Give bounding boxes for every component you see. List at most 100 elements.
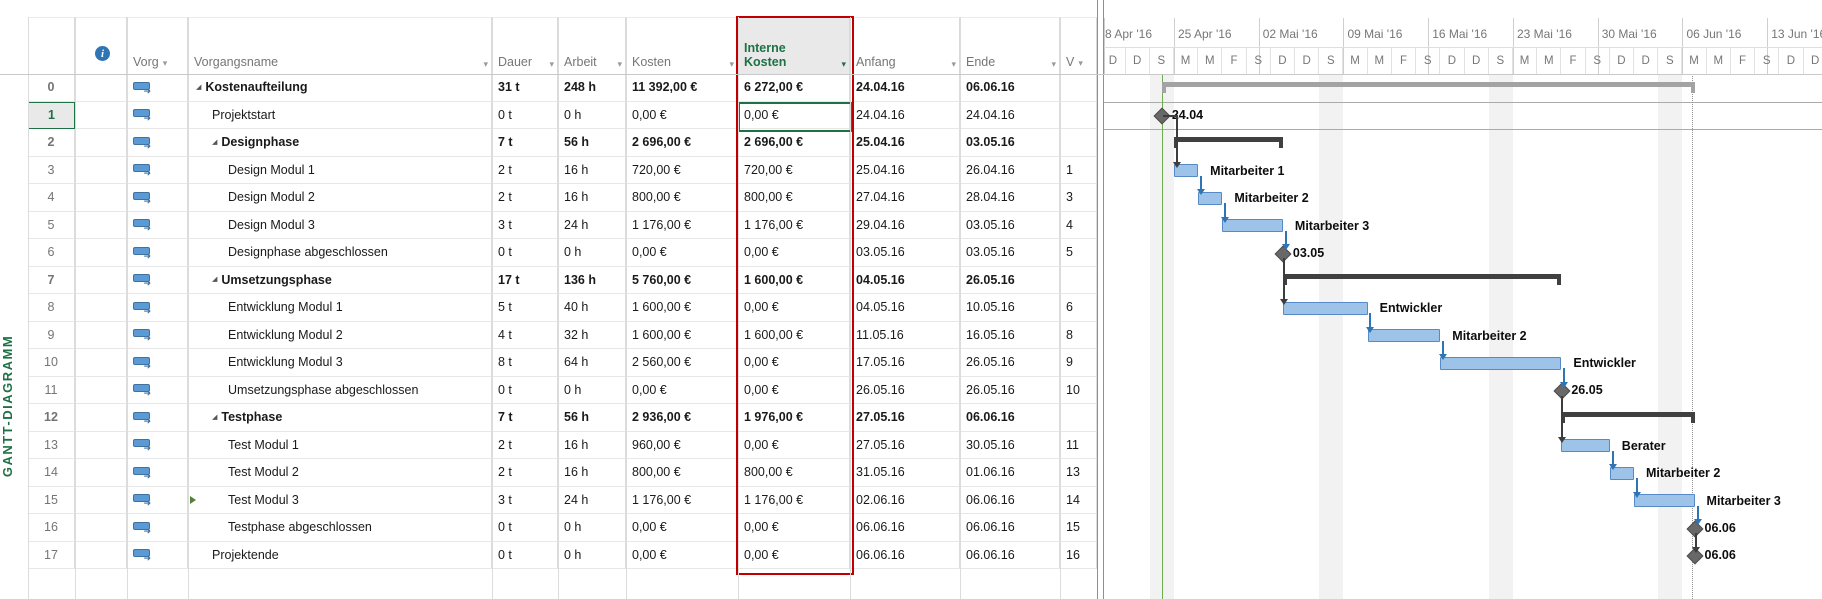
cell-task-name[interactable]: Testphase abgeschlossen bbox=[188, 514, 492, 542]
cell-pred[interactable]: 8 bbox=[1060, 322, 1097, 350]
cell-internal[interactable]: 0,00 € bbox=[738, 294, 850, 322]
cell-internal[interactable]: 800,00 € bbox=[738, 184, 850, 212]
cell-mode[interactable]: ➜ bbox=[127, 157, 188, 185]
cell-pred[interactable]: 4 bbox=[1060, 212, 1097, 240]
cell-duration[interactable]: 2 t bbox=[492, 157, 558, 185]
cell-task-name[interactable]: Design Modul 2 bbox=[188, 184, 492, 212]
cell-cost[interactable]: 1 600,00 € bbox=[626, 294, 738, 322]
cell-pred[interactable]: 10 bbox=[1060, 377, 1097, 405]
cell-end[interactable]: 26.04.16 bbox=[960, 157, 1060, 185]
cell-internal[interactable]: 0,00 € bbox=[738, 432, 850, 460]
cell-start[interactable]: 04.05.16 bbox=[850, 294, 960, 322]
cell-start[interactable]: 26.05.16 bbox=[850, 377, 960, 405]
cell-cost[interactable]: 1 176,00 € bbox=[626, 487, 738, 515]
cell-start[interactable]: 02.06.16 bbox=[850, 487, 960, 515]
cell-end[interactable]: 24.04.16 bbox=[960, 102, 1060, 130]
cell-info[interactable] bbox=[75, 432, 127, 460]
column-header-name[interactable]: Vorgangsname▾ bbox=[188, 17, 492, 74]
cell-duration[interactable]: 8 t bbox=[492, 349, 558, 377]
cell-duration[interactable]: 0 t bbox=[492, 239, 558, 267]
outline-collapse-icon[interactable]: ◢ bbox=[212, 414, 217, 421]
cell-info[interactable] bbox=[75, 459, 127, 487]
cell-task-name[interactable]: Test Modul 1 bbox=[188, 432, 492, 460]
cell-mode[interactable]: ➜ bbox=[127, 432, 188, 460]
row-number[interactable]: 3 bbox=[28, 157, 75, 185]
cell-info[interactable] bbox=[75, 514, 127, 542]
cell-duration[interactable]: 17 t bbox=[492, 267, 558, 295]
cell-info[interactable] bbox=[75, 239, 127, 267]
cell-cost[interactable]: 720,00 € bbox=[626, 157, 738, 185]
cell-internal[interactable]: 0,00 € bbox=[738, 514, 850, 542]
cell-end[interactable]: 28.04.16 bbox=[960, 184, 1060, 212]
cell-start[interactable]: 24.04.16 bbox=[850, 74, 960, 102]
outline-collapse-icon[interactable]: ◢ bbox=[212, 276, 217, 283]
cell-task-name[interactable]: Projektstart bbox=[188, 102, 492, 130]
cell-internal[interactable]: 1 600,00 € bbox=[738, 322, 850, 350]
cell-start[interactable]: 27.05.16 bbox=[850, 432, 960, 460]
cell-end[interactable]: 30.05.16 bbox=[960, 432, 1060, 460]
row-number[interactable]: 2 bbox=[28, 129, 75, 157]
cell-end[interactable]: 06.06.16 bbox=[960, 487, 1060, 515]
cell-info[interactable] bbox=[75, 74, 127, 102]
cell-start[interactable]: 31.05.16 bbox=[850, 459, 960, 487]
cell-work[interactable]: 0 h bbox=[558, 102, 626, 130]
cell-start[interactable]: 25.04.16 bbox=[850, 129, 960, 157]
cell-mode[interactable]: ➜ bbox=[127, 542, 188, 570]
pane-splitter[interactable] bbox=[1103, 0, 1104, 599]
filter-arrow-icon[interactable]: ▾ bbox=[617, 59, 622, 70]
cell-internal[interactable]: 0,00 € bbox=[738, 377, 850, 405]
cell-pred[interactable]: 15 bbox=[1060, 514, 1097, 542]
row-number[interactable]: 15 bbox=[28, 487, 75, 515]
cell-duration[interactable]: 2 t bbox=[492, 459, 558, 487]
column-header-duration[interactable]: Dauer▾ bbox=[492, 17, 558, 74]
row-number[interactable]: 11 bbox=[28, 377, 75, 405]
cell-work[interactable]: 16 h bbox=[558, 459, 626, 487]
cell-mode[interactable]: ➜ bbox=[127, 322, 188, 350]
cell-mode[interactable]: ➜ bbox=[127, 267, 188, 295]
cell-end[interactable]: 26.05.16 bbox=[960, 377, 1060, 405]
cell-end[interactable]: 06.06.16 bbox=[960, 514, 1060, 542]
cell-start[interactable]: 11.05.16 bbox=[850, 322, 960, 350]
filter-arrow-icon[interactable]: ▾ bbox=[549, 59, 554, 70]
cell-info[interactable] bbox=[75, 404, 127, 432]
cell-duration[interactable]: 4 t bbox=[492, 322, 558, 350]
cell-cost[interactable]: 5 760,00 € bbox=[626, 267, 738, 295]
cell-end[interactable]: 10.05.16 bbox=[960, 294, 1060, 322]
filter-arrow-icon[interactable]: ▾ bbox=[163, 58, 168, 69]
cell-pred[interactable]: 6 bbox=[1060, 294, 1097, 322]
cell-start[interactable]: 24.04.16 bbox=[850, 102, 960, 130]
cell-mode[interactable]: ➜ bbox=[127, 404, 188, 432]
cell-pred[interactable]: 9 bbox=[1060, 349, 1097, 377]
cell-start[interactable]: 27.04.16 bbox=[850, 184, 960, 212]
filter-arrow-icon[interactable]: ▾ bbox=[951, 59, 956, 70]
cell-pred[interactable]: 11 bbox=[1060, 432, 1097, 460]
outline-collapse-icon[interactable]: ◢ bbox=[212, 139, 217, 146]
cell-work[interactable]: 0 h bbox=[558, 239, 626, 267]
cell-internal[interactable]: 720,00 € bbox=[738, 157, 850, 185]
cell-start[interactable]: 04.05.16 bbox=[850, 267, 960, 295]
summary-bar-phase[interactable] bbox=[1561, 412, 1694, 424]
cell-internal[interactable]: 2 696,00 € bbox=[738, 129, 850, 157]
cell-pred[interactable]: 13 bbox=[1060, 459, 1097, 487]
cell-internal[interactable]: 1 176,00 € bbox=[738, 212, 850, 240]
cell-task-name[interactable]: Test Modul 3 bbox=[188, 487, 492, 515]
cell-task-name[interactable]: Design Modul 1 bbox=[188, 157, 492, 185]
cell-work[interactable]: 16 h bbox=[558, 184, 626, 212]
row-number[interactable]: 17 bbox=[28, 542, 75, 570]
cell-cost[interactable]: 960,00 € bbox=[626, 432, 738, 460]
cell-start[interactable]: 27.05.16 bbox=[850, 404, 960, 432]
cell-pred[interactable] bbox=[1060, 102, 1097, 130]
row-number[interactable]: 7 bbox=[28, 267, 75, 295]
cell-internal[interactable]: 0,00 € bbox=[738, 349, 850, 377]
cell-pred[interactable]: 1 bbox=[1060, 157, 1097, 185]
cell-duration[interactable]: 7 t bbox=[492, 129, 558, 157]
cell-duration[interactable]: 2 t bbox=[492, 184, 558, 212]
cell-cost[interactable]: 0,00 € bbox=[626, 514, 738, 542]
column-header-end[interactable]: Ende▾ bbox=[960, 17, 1060, 74]
cell-info[interactable] bbox=[75, 267, 127, 295]
row-number[interactable]: 5 bbox=[28, 212, 75, 240]
cell-cost[interactable]: 0,00 € bbox=[626, 239, 738, 267]
cell-task-name[interactable]: Entwicklung Modul 3 bbox=[188, 349, 492, 377]
cell-cost[interactable]: 0,00 € bbox=[626, 542, 738, 570]
cell-task-name[interactable]: Test Modul 2 bbox=[188, 459, 492, 487]
